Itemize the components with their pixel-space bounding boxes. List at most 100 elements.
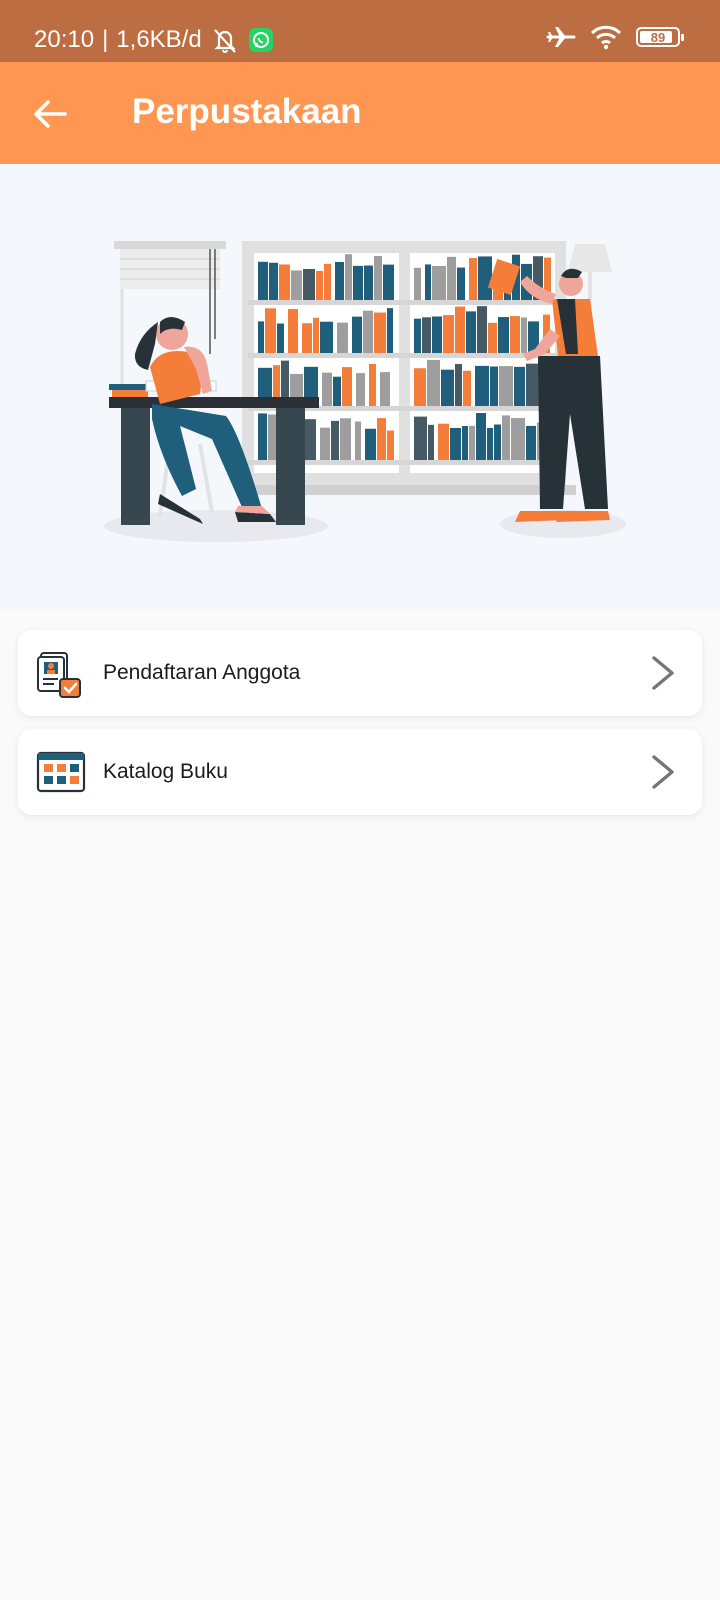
book-spine bbox=[414, 267, 421, 300]
book-spine bbox=[469, 258, 477, 300]
battery-level: 89 bbox=[650, 29, 666, 45]
chevron-right-icon bbox=[652, 656, 674, 690]
book-spine bbox=[428, 424, 434, 460]
member-registration-icon bbox=[37, 652, 81, 698]
library-illustration bbox=[104, 241, 626, 542]
book-spine bbox=[353, 265, 363, 300]
menu-item-katalog-buku[interactable]: Katalog Buku bbox=[18, 729, 702, 815]
book-spine bbox=[383, 264, 394, 300]
book-spine bbox=[414, 416, 427, 460]
book-spine bbox=[352, 316, 362, 353]
wifi-icon bbox=[590, 25, 622, 50]
book-spine bbox=[377, 418, 386, 460]
book-spine bbox=[320, 427, 330, 460]
book-spine bbox=[432, 316, 442, 353]
book-spine bbox=[374, 256, 382, 300]
book-spine bbox=[335, 261, 344, 300]
book-spine bbox=[269, 262, 278, 300]
book-spine bbox=[340, 418, 351, 460]
book-spine bbox=[302, 323, 312, 353]
book-spine bbox=[502, 415, 510, 460]
status-time: 20:10 bbox=[34, 26, 95, 53]
book-spine bbox=[526, 363, 539, 406]
book-spine bbox=[342, 367, 352, 406]
status-right: 89 bbox=[546, 24, 684, 50]
book-spine bbox=[490, 366, 498, 406]
whatsapp-icon bbox=[248, 28, 273, 52]
book-spine bbox=[374, 312, 386, 353]
book-spine bbox=[447, 256, 456, 300]
book-spine bbox=[380, 372, 390, 406]
book-spine bbox=[455, 306, 465, 353]
book-spine bbox=[303, 268, 315, 300]
book-spine bbox=[320, 321, 333, 353]
book-spine bbox=[455, 363, 462, 406]
book-spine bbox=[288, 309, 298, 353]
book-spine bbox=[521, 317, 527, 353]
book-spine bbox=[477, 306, 487, 353]
book-spine bbox=[324, 263, 331, 300]
book-spine bbox=[475, 365, 489, 406]
book-spine bbox=[331, 420, 339, 460]
book-spine bbox=[277, 323, 284, 353]
book-spine bbox=[494, 424, 501, 460]
book-spine bbox=[476, 413, 486, 460]
book-spine bbox=[414, 368, 426, 406]
menu-item-pendaftaran-anggota[interactable]: Pendaftaran Anggota bbox=[18, 630, 702, 716]
airplane-mode-icon bbox=[546, 27, 576, 47]
book-spine bbox=[316, 270, 323, 300]
book-spine bbox=[279, 264, 290, 300]
book-spine bbox=[364, 265, 373, 300]
book-spine bbox=[457, 267, 465, 300]
book-spine bbox=[450, 427, 461, 460]
network-speed: 1,6KB/d bbox=[116, 26, 202, 53]
book-spine bbox=[425, 264, 431, 300]
book-spine bbox=[469, 425, 475, 460]
menu-item-label: Katalog Buku bbox=[103, 760, 228, 783]
app-bar: Perpustakaan bbox=[0, 62, 720, 164]
book-spine bbox=[510, 316, 520, 353]
book-spine bbox=[355, 421, 361, 460]
book-spine bbox=[422, 317, 431, 353]
muted-bell-icon bbox=[213, 29, 236, 53]
book-spine bbox=[369, 363, 376, 406]
hero-banner bbox=[0, 164, 720, 610]
battery-tip bbox=[681, 34, 684, 41]
book-spine bbox=[322, 372, 332, 406]
book-spine bbox=[432, 265, 446, 300]
book-spine bbox=[514, 366, 525, 406]
back-button[interactable] bbox=[28, 92, 72, 136]
menu-item-label: Pendaftaran Anggota bbox=[103, 661, 301, 684]
book-spine bbox=[258, 261, 268, 300]
book-spine bbox=[265, 308, 276, 353]
book-spine bbox=[291, 270, 302, 300]
book-spine bbox=[356, 373, 365, 406]
book-spine bbox=[462, 426, 468, 460]
book-spine bbox=[488, 322, 497, 353]
battery-icon: 89 bbox=[636, 27, 684, 47]
book-spine bbox=[345, 254, 352, 300]
status-separator: | bbox=[102, 26, 109, 53]
status-left: 20:10 | 1,6KB/d bbox=[34, 26, 274, 54]
book-spine bbox=[443, 315, 454, 353]
book-spine bbox=[313, 317, 319, 353]
book-spine bbox=[365, 428, 376, 460]
book-spine bbox=[258, 413, 267, 460]
chevron-right-icon bbox=[652, 755, 674, 789]
book-spine bbox=[427, 359, 440, 406]
book-spine bbox=[487, 427, 493, 460]
book-spine bbox=[363, 310, 373, 353]
book-spine bbox=[499, 366, 513, 406]
status-bar: 20:10 | 1,6KB/d 89 bbox=[0, 0, 720, 62]
book-spine bbox=[438, 423, 449, 460]
book-spine bbox=[526, 425, 536, 460]
book-spine bbox=[387, 308, 393, 353]
page-title: Perpustakaan bbox=[132, 92, 362, 131]
book-spine bbox=[414, 318, 421, 353]
book-spine bbox=[387, 430, 394, 460]
book-catalog-icon bbox=[36, 751, 86, 793]
book-spine bbox=[337, 322, 348, 353]
book-spine bbox=[478, 256, 492, 300]
book-spine bbox=[466, 311, 476, 353]
book-spine bbox=[511, 418, 525, 460]
